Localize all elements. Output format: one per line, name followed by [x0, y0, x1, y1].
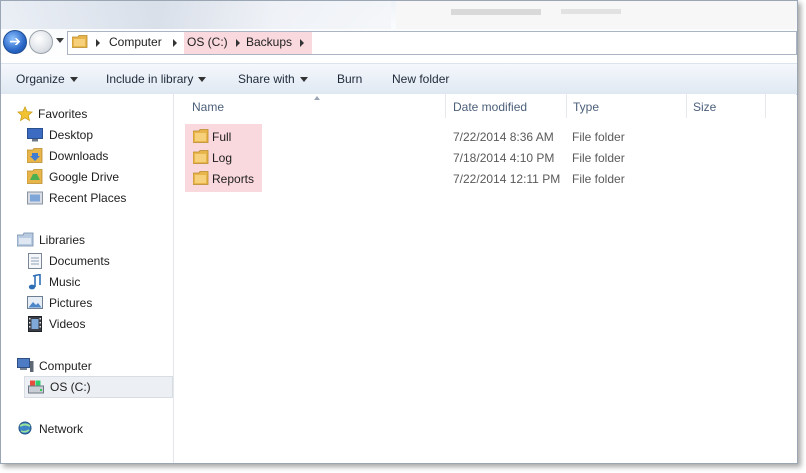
- breadcrumb-backups[interactable]: Backups: [246, 35, 292, 49]
- column-header-name[interactable]: Name: [192, 100, 224, 114]
- libraries-icon: [17, 232, 34, 247]
- nav-libraries[interactable]: Libraries: [15, 230, 165, 250]
- blurred-background: [1, 1, 391, 29]
- address-bar[interactable]: Computer OS (C:) Backups: [67, 31, 797, 55]
- documents-icon: [28, 253, 42, 269]
- column-divider[interactable]: [765, 94, 766, 118]
- sort-ascending-icon: [314, 96, 320, 100]
- recent-pages-dropdown-icon[interactable]: [56, 38, 64, 43]
- breadcrumb-separator-icon[interactable]: [173, 39, 177, 47]
- network-globe-icon: [18, 421, 32, 435]
- computer-icon: [17, 358, 34, 372]
- share-with-button[interactable]: Share with: [238, 72, 308, 86]
- navigation-pane: Favorites Desktop Downloads Google Drive: [1, 94, 174, 463]
- folder-icon: [72, 35, 88, 48]
- column-header-date-modified[interactable]: Date modified: [453, 100, 527, 114]
- music-note-icon: [28, 274, 41, 290]
- file-type: File folder: [572, 130, 625, 144]
- downloads-folder-icon: [27, 148, 43, 163]
- column-divider[interactable]: [686, 94, 687, 118]
- forward-button[interactable]: [29, 30, 53, 54]
- drive-icon: [28, 380, 44, 394]
- arrow-left-icon: ➔: [9, 33, 21, 49]
- nav-item-videos[interactable]: Videos: [25, 314, 165, 334]
- folder-icon: [193, 171, 209, 185]
- file-type: File folder: [572, 151, 625, 165]
- column-divider[interactable]: [445, 94, 446, 118]
- nav-item-os-c[interactable]: OS (C:): [24, 376, 173, 398]
- desktop-icon: [27, 128, 43, 142]
- file-name: Reports: [212, 172, 255, 186]
- file-date: 7/22/2014 8:36 AM: [453, 130, 554, 144]
- chevron-down-icon: [299, 77, 308, 83]
- organize-button[interactable]: Organize: [16, 72, 78, 86]
- column-header-size[interactable]: Size: [693, 100, 716, 114]
- folder-icon: [193, 129, 209, 143]
- folder-icon: [193, 150, 209, 164]
- column-divider[interactable]: [566, 94, 567, 118]
- recent-places-icon: [27, 191, 43, 205]
- include-in-library-button[interactable]: Include in library: [106, 72, 207, 86]
- breadcrumb-os-c[interactable]: OS (C:): [187, 35, 228, 49]
- blurred-background: [396, 1, 796, 29]
- nav-item-pictures[interactable]: Pictures: [25, 293, 165, 313]
- file-name: Log: [212, 151, 233, 165]
- film-strip-icon: [28, 316, 42, 332]
- table-row[interactable]: Reports 7/22/2014 12:11 PM File folder: [174, 168, 796, 189]
- nav-computer[interactable]: Computer: [15, 356, 165, 376]
- nav-item-google-drive[interactable]: Google Drive: [25, 167, 165, 187]
- nav-item-downloads[interactable]: Downloads: [25, 146, 165, 166]
- blurred-background: [561, 9, 621, 14]
- nav-item-documents[interactable]: Documents: [25, 251, 165, 271]
- explorer-window: ➔ Computer OS (C:) Backups Organize Incl…: [0, 0, 798, 464]
- file-type: File folder: [572, 172, 625, 186]
- table-row[interactable]: Full 7/22/2014 8:36 AM File folder: [174, 126, 796, 147]
- nav-item-music[interactable]: Music: [25, 272, 165, 292]
- breadcrumb-separator-icon[interactable]: [236, 39, 240, 47]
- file-name: Full: [212, 130, 232, 144]
- nav-item-recent-places[interactable]: Recent Places: [25, 188, 165, 208]
- blurred-background: [451, 9, 541, 15]
- title-area: ➔ Computer OS (C:) Backups: [1, 1, 797, 61]
- breadcrumb-computer[interactable]: Computer: [109, 35, 162, 49]
- google-drive-folder-icon: [27, 169, 43, 184]
- command-bar: Organize Include in library Share with B…: [1, 63, 797, 95]
- breadcrumb-separator-icon[interactable]: [300, 39, 304, 47]
- back-button[interactable]: ➔: [3, 30, 27, 54]
- burn-button[interactable]: Burn: [337, 72, 362, 86]
- file-date: 7/18/2014 4:10 PM: [453, 151, 555, 165]
- column-header-type[interactable]: Type: [573, 100, 599, 114]
- chevron-down-icon: [69, 77, 78, 83]
- file-date: 7/22/2014 12:11 PM: [453, 172, 561, 186]
- nav-favorites[interactable]: Favorites: [15, 104, 165, 124]
- nav-network[interactable]: Network: [15, 419, 165, 439]
- nav-item-desktop[interactable]: Desktop: [25, 125, 165, 145]
- chevron-down-icon: [198, 77, 207, 83]
- file-list: Name Date modified Type Size Full 7/22/2…: [174, 94, 796, 463]
- breadcrumb-separator-icon[interactable]: [96, 39, 100, 47]
- pictures-icon: [27, 296, 43, 309]
- new-folder-button[interactable]: New folder: [392, 72, 449, 86]
- star-icon: [17, 106, 33, 122]
- table-row[interactable]: Log 7/18/2014 4:10 PM File folder: [174, 147, 796, 168]
